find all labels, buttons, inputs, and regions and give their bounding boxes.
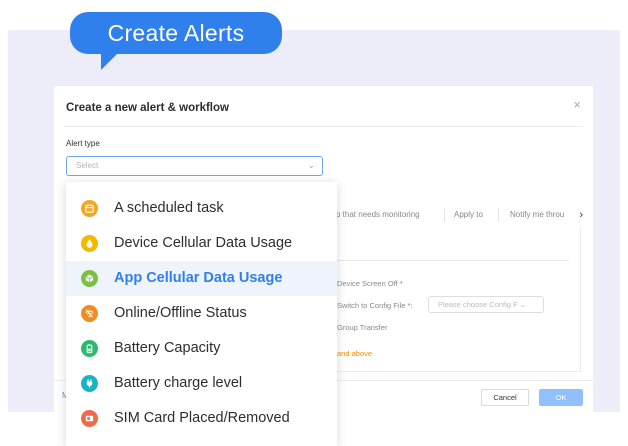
calendar-icon <box>81 200 98 217</box>
and-above-text: and above <box>337 349 373 358</box>
plug-icon <box>81 375 98 392</box>
alert-type-select[interactable]: Select ⌄ <box>66 156 323 176</box>
screenshot-stage: Create Alerts Create a new alert & workf… <box>0 0 628 446</box>
select-placeholder: Select <box>76 161 99 170</box>
wifi-icon <box>81 305 98 322</box>
option-label: Battery Capacity <box>114 340 221 356</box>
option-device-cellular[interactable]: Device Cellular Data Usage <box>66 226 337 261</box>
screen-off-label: Device Screen Off * <box>337 279 403 288</box>
config-file-select[interactable]: Please choose Config F ⌄ <box>428 296 544 313</box>
tab-divider <box>444 208 445 222</box>
option-label: Device Cellular Data Usage <box>114 235 293 251</box>
option-label: App Cellular Data Usage <box>114 270 283 286</box>
alert-type-label: Alert type <box>66 139 100 148</box>
close-icon[interactable]: × <box>573 97 581 112</box>
tab-monitoring[interactable]: p that needs monitoring <box>336 204 420 226</box>
cancel-button[interactable]: Cancel <box>481 389 529 406</box>
chevron-right-icon[interactable]: › <box>579 204 583 226</box>
option-scheduled-task[interactable]: A scheduled task <box>66 191 337 226</box>
alert-type-dropdown: A scheduled task Device Cellular Data Us… <box>66 182 337 446</box>
chevron-down-icon: ⌄ <box>307 160 315 170</box>
cube-icon <box>81 270 98 287</box>
option-battery-charge[interactable]: Battery charge level <box>66 366 337 401</box>
tab-apply-to[interactable]: Apply to <box>454 204 483 226</box>
tab-divider <box>498 208 499 222</box>
tab-notify[interactable]: Notify me throu <box>510 204 570 226</box>
dialog-title: Create a new alert & workflow <box>66 102 229 114</box>
option-app-cellular[interactable]: App Cellular Data Usage <box>66 261 337 296</box>
banner-tail <box>101 50 121 70</box>
option-online-offline[interactable]: Online/Offline Status <box>66 296 337 331</box>
sim-card-icon <box>81 410 98 427</box>
banner-title: Create Alerts <box>70 12 282 54</box>
battery-icon <box>81 340 98 357</box>
steps-tabs: p that needs monitoring Apply to Notify … <box>336 204 583 226</box>
panel-divider <box>337 260 569 261</box>
group-transfer-label: Group Transfer <box>337 323 388 332</box>
option-label: SIM Card Placed/Removed <box>114 410 290 426</box>
option-sim-card[interactable]: SIM Card Placed/Removed <box>66 401 337 436</box>
option-label: Battery charge level <box>114 375 243 391</box>
drop-icon <box>81 235 98 252</box>
settings-panel: Device Screen Off * Switch to Config Fil… <box>336 226 581 372</box>
dialog-divider <box>64 126 583 127</box>
option-battery-capacity[interactable]: Battery Capacity <box>66 331 337 366</box>
option-label: A scheduled task <box>114 200 224 216</box>
switch-config-label: Switch to Config File *: <box>337 301 413 310</box>
ok-button[interactable]: OK <box>539 389 583 406</box>
option-label: Online/Offline Status <box>114 305 247 321</box>
